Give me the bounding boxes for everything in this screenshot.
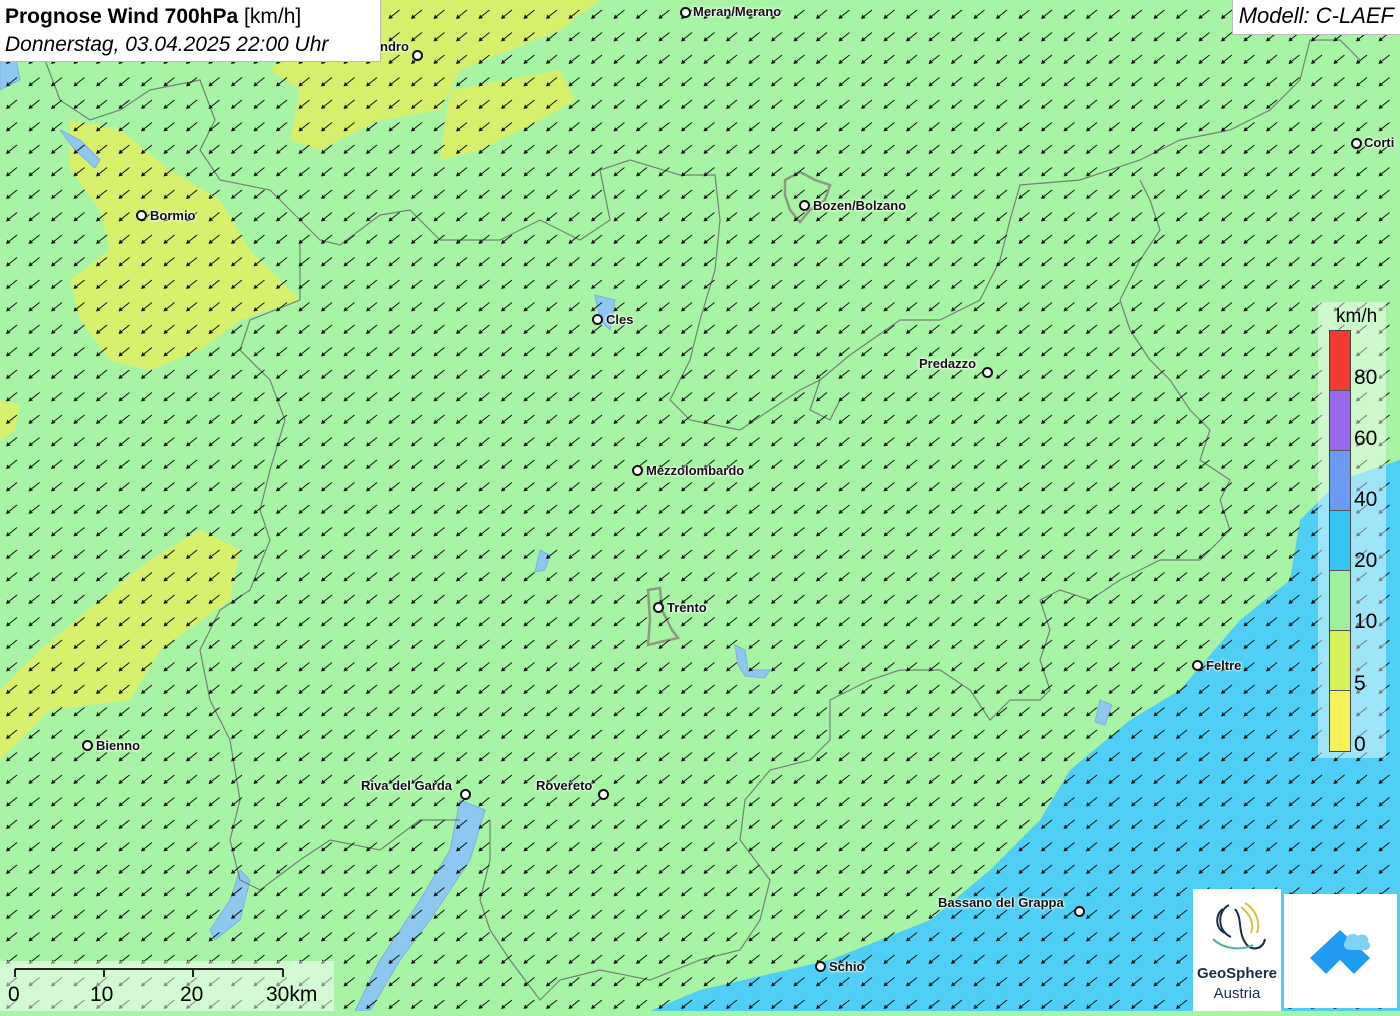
legend-label: 20 — [1354, 549, 1378, 572]
legend-label: 40 — [1354, 488, 1378, 511]
city-label-riva: Riva del Garda — [361, 778, 453, 793]
geosphere-logo-name: GeoSphere — [1196, 965, 1278, 982]
legend-label: 0 — [1354, 733, 1366, 756]
map-title-unit: [km/h] — [244, 5, 302, 28]
legend-label: 10 — [1354, 610, 1378, 633]
weather-app-logo-icon — [1310, 930, 1371, 974]
weather-app-logo[interactable] — [1284, 894, 1397, 1008]
city-marker — [592, 314, 603, 325]
map-title-panel: Prognose Wind 700hPa [km/h] Donnerstag, … — [0, 0, 381, 62]
forecast-datetime: Donnerstag, 03.04.2025 22:00 Uhr — [5, 33, 329, 56]
geosphere-logo[interactable]: GeoSphere Austria — [1193, 889, 1281, 1011]
city-label-meran: Meran/Merano — [693, 4, 782, 19]
city-marker — [1192, 660, 1203, 671]
legend-color-bar — [1329, 330, 1351, 752]
city-marker — [982, 367, 993, 378]
city-marker — [460, 789, 471, 800]
legend-label: 80 — [1354, 366, 1378, 389]
city-label-predazzo: Predazzo — [919, 356, 977, 371]
city-label-cles: Cles — [606, 312, 634, 327]
city-label-feltre: Feltre — [1206, 658, 1242, 673]
legend-color-swatch — [1330, 691, 1350, 751]
legend-color-swatch — [1330, 451, 1350, 511]
geosphere-logo-sub: Austria — [1213, 985, 1261, 1002]
city-marker — [136, 210, 147, 221]
city-marker — [632, 465, 643, 476]
city-marker — [412, 50, 423, 61]
scale-label: 20 — [180, 983, 204, 1006]
legend-label: 60 — [1354, 427, 1378, 450]
legend-color-swatch — [1330, 631, 1350, 691]
city-label-bienno: Bienno — [96, 738, 141, 753]
city-marker — [1351, 138, 1362, 149]
city-label-bassano: Bassano del Grappa — [938, 895, 1064, 910]
city-marker — [799, 200, 810, 211]
city-label-mezzolombardo: Mezzolombardo — [646, 463, 745, 478]
city-marker — [815, 961, 826, 972]
legend-color-swatch — [1330, 511, 1350, 571]
city-label-schio: Schio — [829, 959, 865, 974]
scale-label: 30km — [266, 983, 318, 1006]
scale-label: 0 — [8, 983, 20, 1006]
legend-color-swatch — [1330, 331, 1350, 391]
city-label-cortina: Corti — [1364, 135, 1395, 150]
legend-label: 5 — [1354, 672, 1366, 695]
city-marker — [653, 602, 664, 613]
legend-title: km/h — [1336, 306, 1378, 327]
city-marker — [680, 7, 691, 18]
city-label-sondrio: ndro — [380, 39, 409, 54]
city-marker — [598, 789, 609, 800]
legend-color-swatch — [1330, 391, 1350, 451]
wind-speed-legend: km/h 80 60 40 20 10 5 0 — [1318, 302, 1386, 758]
scale-label: 10 — [90, 983, 114, 1006]
scale-bar: 0 10 20 30km — [0, 961, 334, 1011]
map-title-main: Prognose Wind 700hPa — [5, 5, 239, 28]
city-label-bormio: Bormio — [150, 208, 196, 223]
legend-color-swatch — [1330, 571, 1350, 631]
city-marker — [82, 740, 93, 751]
city-label-bozen: Bozen/Bolzano — [813, 198, 907, 213]
city-label-trento: Trento — [667, 600, 707, 615]
model-label: Modell: C-LAEF — [1231, 0, 1400, 35]
city-marker — [1074, 906, 1085, 917]
geosphere-logo-icon — [1212, 902, 1266, 950]
city-label-rovereto: Rovereto — [536, 778, 593, 793]
map-title: Prognose Wind 700hPa [km/h] — [5, 3, 380, 31]
wind-map — [0, 0, 1400, 1011]
